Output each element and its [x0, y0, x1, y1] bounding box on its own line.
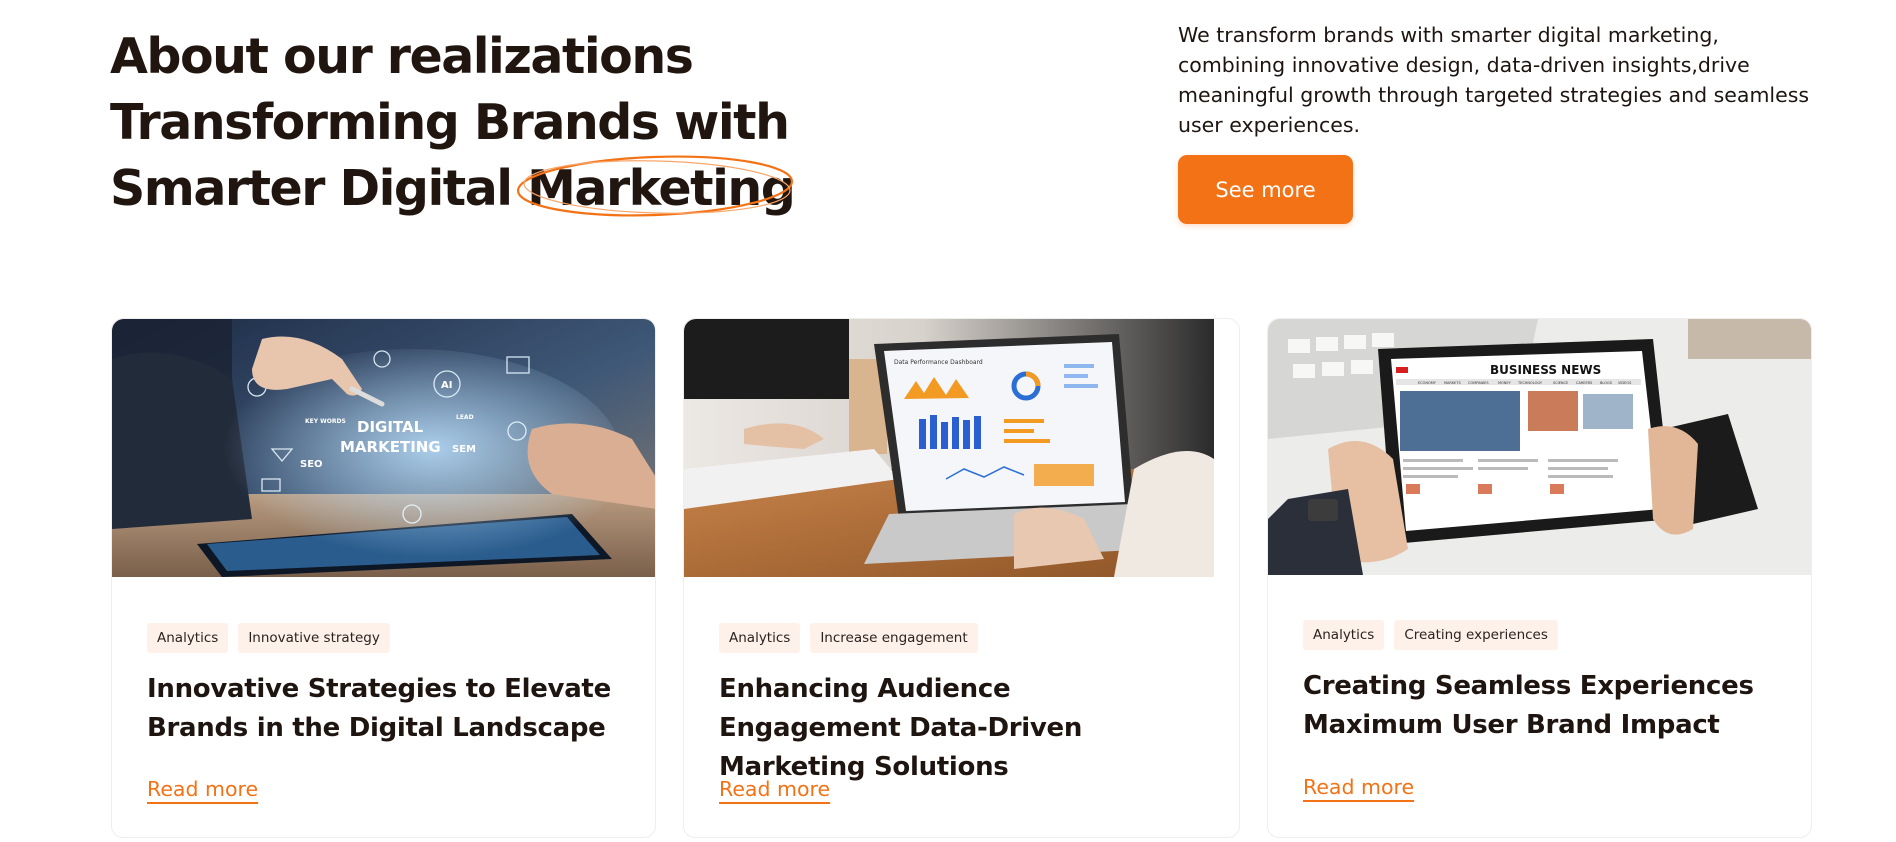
tag-list: Analytics Increase engagement	[719, 623, 978, 653]
card-title[interactable]: Innovative Strategies to Elevate Brands …	[147, 670, 627, 748]
tag-analytics[interactable]: Analytics	[1303, 620, 1385, 650]
tablet-screen-title: BUSINESS NEWS	[1490, 363, 1601, 377]
image-text-seo: SEO	[300, 459, 323, 470]
hero-title-highlight-text: Marketing	[527, 160, 796, 217]
tag-analytics[interactable]: Analytics	[147, 623, 229, 653]
hero-title-line-2: Transforming Brands with	[110, 94, 790, 151]
tag-innovative-strategy[interactable]: Innovative strategy	[238, 623, 390, 653]
tablet-nav-markets: MARKETS	[1444, 381, 1461, 385]
image-text-sem: SEM	[452, 444, 476, 455]
image-text-lead: LEAD	[456, 414, 474, 421]
realization-card: DIGITAL MARKETING SEO SEM AI KEY WORDS L…	[111, 318, 656, 838]
tag-analytics[interactable]: Analytics	[719, 623, 801, 653]
realization-card: Data Performance Dashboard Analytics Inc…	[683, 318, 1240, 838]
image-text-digital: DIGITAL	[357, 418, 424, 436]
card-image-business-news-tablet: BUSINESS NEWS ECONOMY MARKETS COMPANIES …	[1268, 319, 1811, 575]
tag-creating-experiences[interactable]: Creating experiences	[1394, 620, 1558, 650]
tablet-nav-science: SCIENCE	[1553, 381, 1568, 385]
read-more-link[interactable]: Read more	[147, 777, 258, 801]
card-image-analytics-dashboard: Data Performance Dashboard	[684, 319, 1214, 577]
realization-card: BUSINESS NEWS ECONOMY MARKETS COMPANIES …	[1267, 318, 1812, 838]
image-text-keywords: KEY WORDS	[305, 418, 346, 425]
card-title[interactable]: Enhancing Audience Engagement Data-Drive…	[719, 670, 1199, 787]
tag-increase-engagement[interactable]: Increase engagement	[810, 623, 978, 653]
hero-title-prefix: Smarter Digital	[110, 160, 528, 217]
tag-list: Analytics Creating experiences	[1303, 620, 1558, 650]
hero-title: About our realizations Transforming Bran…	[110, 24, 830, 222]
see-more-button[interactable]: See more	[1178, 155, 1353, 224]
tablet-nav-blogs: BLOGS	[1600, 381, 1613, 385]
tablet-nav-companies: COMPANIES	[1468, 381, 1489, 385]
card-title[interactable]: Creating Seamless Experiences Maximum Us…	[1303, 667, 1783, 745]
hero-title-line-3: Smarter Digital Marketing	[110, 155, 830, 222]
tablet-nav-careers: CAREERS	[1576, 381, 1593, 385]
tablet-nav-economy: ECONOMY	[1418, 381, 1437, 385]
tablet-nav-money: MONEY	[1498, 381, 1512, 385]
tag-list: Analytics Innovative strategy	[147, 623, 390, 653]
image-text-ai: AI	[441, 380, 452, 391]
read-more-link[interactable]: Read more	[1303, 775, 1414, 799]
tablet-nav-videos: VIDEOS	[1618, 381, 1632, 385]
hero-title-line-1: About our realizations	[110, 28, 694, 85]
screen-title: Data Performance Dashboard	[894, 359, 983, 366]
image-text-marketing: MARKETING	[340, 438, 441, 456]
hero-title-highlight: Marketing	[517, 155, 796, 222]
card-image-digital-marketing: DIGITAL MARKETING SEO SEM AI KEY WORDS L…	[112, 319, 655, 577]
read-more-link[interactable]: Read more	[719, 777, 830, 801]
hero-description: We transform brands with smarter digital…	[1178, 23, 1810, 137]
tablet-nav-technology: TECHNOLOGY	[1517, 381, 1543, 385]
